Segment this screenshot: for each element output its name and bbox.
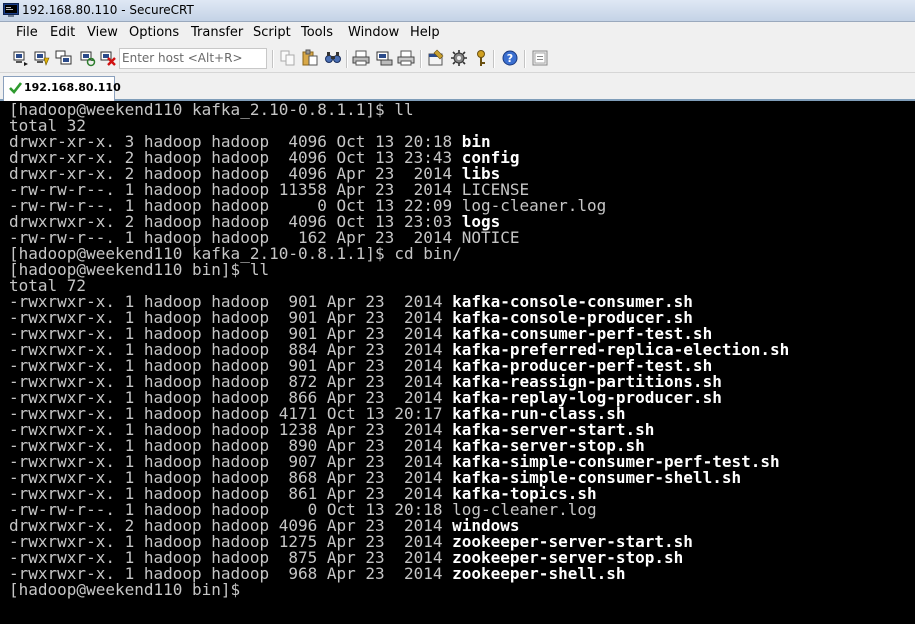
print-setup-icon[interactable] xyxy=(375,49,393,67)
help-icon[interactable]: ? xyxy=(501,49,519,67)
reconnect-icon[interactable] xyxy=(78,49,96,67)
securecrt-app-icon xyxy=(3,3,19,17)
terminal-bold-text: zookeeper-shell.sh xyxy=(452,564,626,583)
connect-icon[interactable] xyxy=(12,49,30,67)
enter-host-input[interactable] xyxy=(122,50,260,66)
menu-view[interactable]: View xyxy=(87,25,118,40)
quick-connect-icon[interactable] xyxy=(33,49,51,67)
toolbar-separator xyxy=(524,50,526,68)
toolbar-separator xyxy=(272,50,274,68)
keymap-icon[interactable] xyxy=(472,49,490,67)
session-options-icon[interactable] xyxy=(427,49,445,67)
menu-edit[interactable]: Edit xyxy=(50,25,75,40)
terminal-line: [hadoop@weekend110 bin]$ ll xyxy=(9,262,789,278)
terminal-text: [hadoop@weekend110 bin]$ xyxy=(9,580,250,599)
menu-bar: File Edit View Options Transfer Script T… xyxy=(0,22,915,44)
menu-options[interactable]: Options xyxy=(129,25,179,40)
menu-help[interactable]: Help xyxy=(410,25,440,40)
menu-window[interactable]: Window xyxy=(348,25,399,40)
enter-host-box[interactable] xyxy=(119,48,267,69)
menu-script[interactable]: Script xyxy=(253,25,291,40)
connect-in-tab-icon[interactable] xyxy=(55,49,73,67)
paste-icon[interactable] xyxy=(301,49,319,67)
copy-icon[interactable] xyxy=(279,49,297,67)
check-icon xyxy=(9,82,22,94)
terminal-view[interactable]: [hadoop@weekend110 kafka_2.10-0.8.1.1]$ … xyxy=(0,101,915,624)
terminal-output: [hadoop@weekend110 kafka_2.10-0.8.1.1]$ … xyxy=(9,102,789,598)
terminal-line: [hadoop@weekend110 bin]$ xyxy=(9,582,789,598)
session-tab-label: 192.168.80.110 xyxy=(24,81,121,94)
find-icon[interactable] xyxy=(324,49,342,67)
toolbar-separator xyxy=(346,50,348,68)
title-bar[interactable]: 192.168.80.110 - SecureCRT xyxy=(0,0,915,22)
session-tab-strip: 192.168.80.110 xyxy=(0,73,915,101)
print-screen-icon[interactable] xyxy=(397,49,415,67)
disconnect-icon[interactable] xyxy=(99,49,117,67)
terminal-line: [hadoop@weekend110 kafka_2.10-0.8.1.1]$ … xyxy=(9,102,789,118)
toolbar: ? xyxy=(0,44,915,73)
print-icon[interactable] xyxy=(352,49,370,67)
sftp-icon[interactable] xyxy=(531,49,549,67)
window-title: 192.168.80.110 - SecureCRT xyxy=(22,3,194,17)
menu-tools[interactable]: Tools xyxy=(301,25,333,40)
svg-text:?: ? xyxy=(507,52,513,65)
terminal-cursor xyxy=(250,583,259,598)
menu-transfer[interactable]: Transfer xyxy=(191,25,243,40)
global-options-icon[interactable] xyxy=(450,49,468,67)
menu-file[interactable]: File xyxy=(16,25,38,40)
session-tab[interactable]: 192.168.80.110 xyxy=(3,76,121,101)
toolbar-separator xyxy=(420,50,422,68)
toolbar-separator xyxy=(493,50,495,68)
